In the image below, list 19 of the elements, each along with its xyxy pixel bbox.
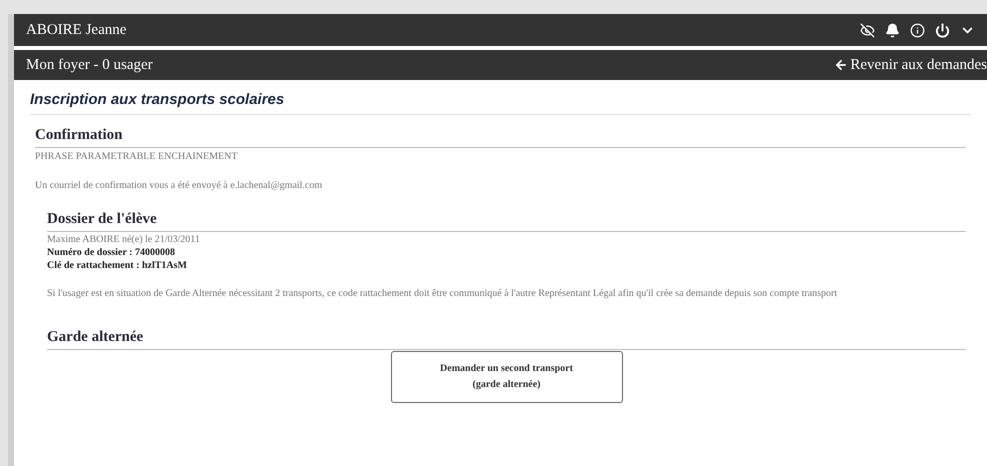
notification-icon[interactable] — [885, 22, 900, 38]
second-transport-button[interactable]: Demander un second transport (garde alternée) — [390, 351, 622, 403]
page-title: Inscription aux transports scolaires — [30, 91, 284, 108]
confirmation-message: Un courriel de confirmation vous a été envoyé à e.lachenal@gmail.com — [35, 179, 324, 193]
custody-note: Si l'usager est en situation de Garde Alternée nécessitant 2 transports, ce code rattachement doit être communiqué à l'autre Représentant Légal afin qu'il crée sa demande depuis son compte transport — [47, 287, 838, 301]
info-icon[interactable] — [910, 22, 925, 38]
shared-custody-heading: Garde alternée — [47, 329, 144, 345]
household-title: Mon foyer - 0 usager — [26, 56, 153, 75]
hidden-eye-icon[interactable] — [860, 22, 875, 38]
user-name: ABOIRE Jeanne — [26, 20, 126, 40]
left-arrow-icon — [834, 58, 848, 72]
power-icon[interactable] — [935, 22, 950, 38]
attachment-key: Clé de rattachement : hzlT1AsM — [47, 259, 966, 272]
file-number: Numéro de dossier : 74000008 — [47, 246, 176, 259]
student-file-heading: Dossier de l'élève — [47, 211, 157, 227]
student-info: Maxime ABOIRE né(e) le 21/03/2011 — [47, 233, 201, 246]
phrase-text: PHRASE PARAMETRABLE ENCHAINEMENT — [35, 150, 238, 164]
confirmation-heading: Confirmation — [35, 127, 122, 143]
back-link[interactable]: Revenir aux demandes — [834, 54, 987, 76]
